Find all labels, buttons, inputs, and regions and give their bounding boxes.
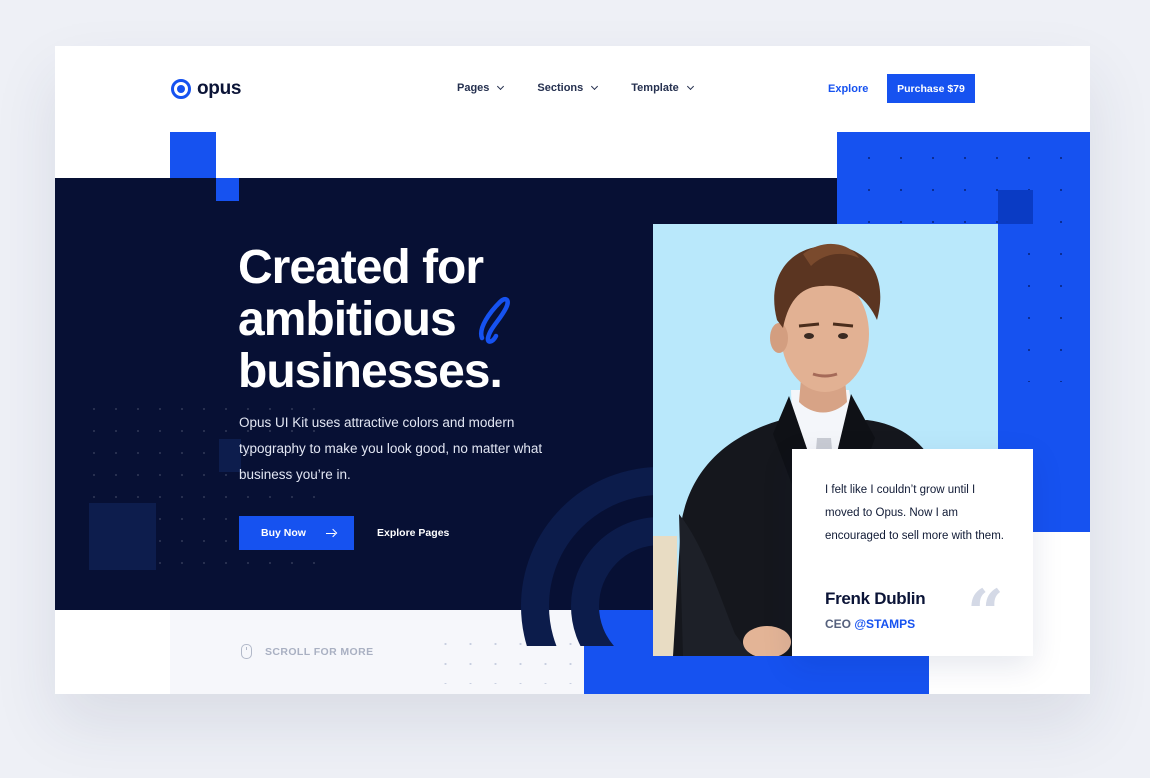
author-company-link[interactable]: @STAMPS xyxy=(854,617,915,631)
chevron-down-icon xyxy=(686,82,694,91)
decor-square-blue xyxy=(170,132,216,178)
headline-line: ambitious xyxy=(238,293,457,346)
decor-square-dark-blue xyxy=(998,190,1033,224)
main-nav: Pages Sections Template xyxy=(457,82,727,94)
decor-square-blue-small xyxy=(216,178,239,201)
headline-line: Created for xyxy=(238,241,484,294)
logo-text: opus xyxy=(197,78,242,99)
mouse-icon xyxy=(241,644,252,659)
testimonial-quote: I felt like I couldn’t grow until I move… xyxy=(825,484,1004,542)
purchase-button[interactable]: Purchase $79 xyxy=(887,74,975,103)
nav-item-label: Sections xyxy=(537,82,584,94)
nav-item-label: Template xyxy=(631,82,679,94)
logo[interactable]: opus xyxy=(171,77,241,101)
logo-icon xyxy=(171,79,191,99)
scroll-hint[interactable]: SCROLL FOR MORE xyxy=(265,646,373,658)
quote-mark-icon: “ xyxy=(967,576,1004,651)
nav-item-pages[interactable]: Pages xyxy=(457,82,505,94)
testimonial-author: Frenk Dublin xyxy=(825,589,926,608)
explore-link[interactable]: Explore xyxy=(828,83,868,95)
buy-now-label: Buy Now xyxy=(261,527,306,539)
squiggle-icon xyxy=(478,296,510,344)
chevron-down-icon xyxy=(591,82,599,91)
testimonial-role: CEO @STAMPS xyxy=(825,617,915,631)
headline-line: businesses. xyxy=(238,345,503,398)
nav-item-sections[interactable]: Sections xyxy=(537,82,599,94)
arrow-right-icon xyxy=(325,529,336,537)
nav-item-label: Pages xyxy=(457,82,490,94)
hero-subtext: Opus UI Kit uses attractive colors and m… xyxy=(239,415,543,482)
testimonial-card: I felt like I couldn’t grow until I move… xyxy=(792,449,1033,656)
nav-item-template[interactable]: Template xyxy=(631,82,694,94)
decor-square-navy xyxy=(89,503,156,570)
page-card: opus Pages Sections Template Explore Pur… xyxy=(55,46,1090,694)
explore-pages-link[interactable]: Explore Pages xyxy=(377,527,449,539)
chevron-down-icon xyxy=(497,82,505,91)
hero-headline: Created for ambitious businesses. xyxy=(238,242,578,398)
decor-square-navy-small xyxy=(219,439,241,472)
buy-now-button[interactable]: Buy Now xyxy=(239,516,354,550)
author-title: CEO xyxy=(825,617,852,631)
